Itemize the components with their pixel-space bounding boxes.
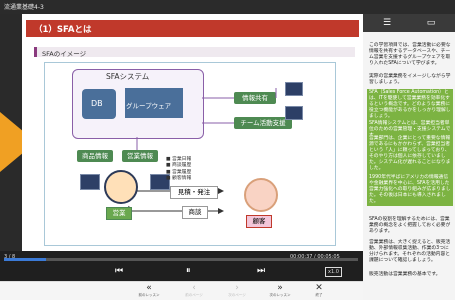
list-icon[interactable]: ☰	[377, 17, 397, 29]
title-bar: 流通業基礎4-3	[0, 0, 455, 14]
skip-forward-icon[interactable]: ⏭	[257, 266, 265, 276]
customer-icon	[244, 178, 278, 212]
notes-panel: ☰ ▭ この学習項目では、営業活動に必要な情報を共有するデータベースや、チーム営…	[363, 14, 455, 300]
note-paragraph-highlight: 営業部門は、企業にとって重要な情報源であるにもかかわらず、営業担当者という「人」…	[367, 135, 453, 174]
slide: （1）SFAとは SFAのイメージ SFAシステム DB グループウェア 情報共…	[22, 14, 363, 260]
lesson-nav: « 前のレッスン ‹ 前のページ › 次のページ » 次のレッスン ✕ 終了	[0, 281, 363, 300]
list-item: ■ 顧客情報	[166, 176, 192, 182]
progress-bar[interactable]	[4, 258, 358, 261]
speed-button[interactable]: x1.0	[325, 267, 342, 277]
close-icon: ✕	[315, 283, 323, 293]
estimate-order-label: 見積・発注	[170, 186, 218, 199]
player-controls: 3 / 8 00:00:37 / 00:05:05 ⏮ ⏸ ⏭ x1.0	[0, 251, 363, 281]
sales-info-list: ■ 営業日報 ■ 商談履歴 ■ 営業履歴 ■ 顧客情報	[166, 157, 191, 183]
list-item: ■ 商談履歴	[166, 163, 192, 169]
negotiation-label: 商談	[182, 206, 208, 219]
double-chevron-right-icon: »	[277, 283, 283, 293]
progress-fill	[4, 258, 47, 261]
note-paragraph: SFAの役割を理解するためには、営業業務の概念をよく把握しておく必要があります。	[369, 217, 451, 235]
monitor-left-icon	[80, 174, 100, 190]
sales-person-icon	[104, 170, 138, 204]
skip-back-icon[interactable]: ⏮	[115, 266, 123, 276]
next-lesson-button[interactable]: » 次のレッスン	[263, 283, 297, 298]
pause-icon[interactable]: ⏸	[186, 266, 191, 276]
notes-tabs: ☰ ▭	[363, 14, 455, 32]
notes-icon[interactable]: ▭	[421, 17, 441, 29]
prev-page-button[interactable]: ‹ 前のページ	[177, 283, 211, 298]
sales-person-label: 営業	[106, 207, 132, 220]
note-paragraph-highlight: 1990年代半ばにアメリカの情報通信や金融業界を中心に、SFAを活用した営業力強…	[367, 174, 453, 207]
monitor-top-right-icon	[285, 82, 303, 96]
double-chevron-left-icon: «	[146, 283, 152, 293]
customer-label: 顧客	[246, 215, 272, 228]
note-paragraph: この学習項目では、営業活動に必要な情報を共有するデータベースや、チーム営業を支援…	[369, 43, 451, 67]
chevron-left-icon: ‹	[192, 283, 196, 293]
note-paragraph: 営業業務は、大きく捉えると、販売活動、外部情報収集活動、作業の3つに分けられます…	[369, 240, 451, 264]
chevron-right-icon: ›	[235, 283, 239, 293]
prev-lesson-button[interactable]: « 前のレッスン	[132, 283, 166, 298]
note-paragraph-highlight: SFA（Sales Force Automation）とは、ITを駆使して営業業…	[367, 89, 453, 122]
note-paragraph: 販売活動は営業業務の基本です。	[369, 272, 441, 277]
note-paragraph: 実際の営業業務をイメージしながら学習しましょう。	[369, 74, 451, 86]
monitor-mid-right-icon	[285, 106, 303, 120]
next-page-button[interactable]: › 次のページ	[220, 283, 254, 298]
app-title: 流通業基礎4-3	[4, 4, 44, 11]
end-button[interactable]: ✕ 終了	[302, 283, 336, 298]
